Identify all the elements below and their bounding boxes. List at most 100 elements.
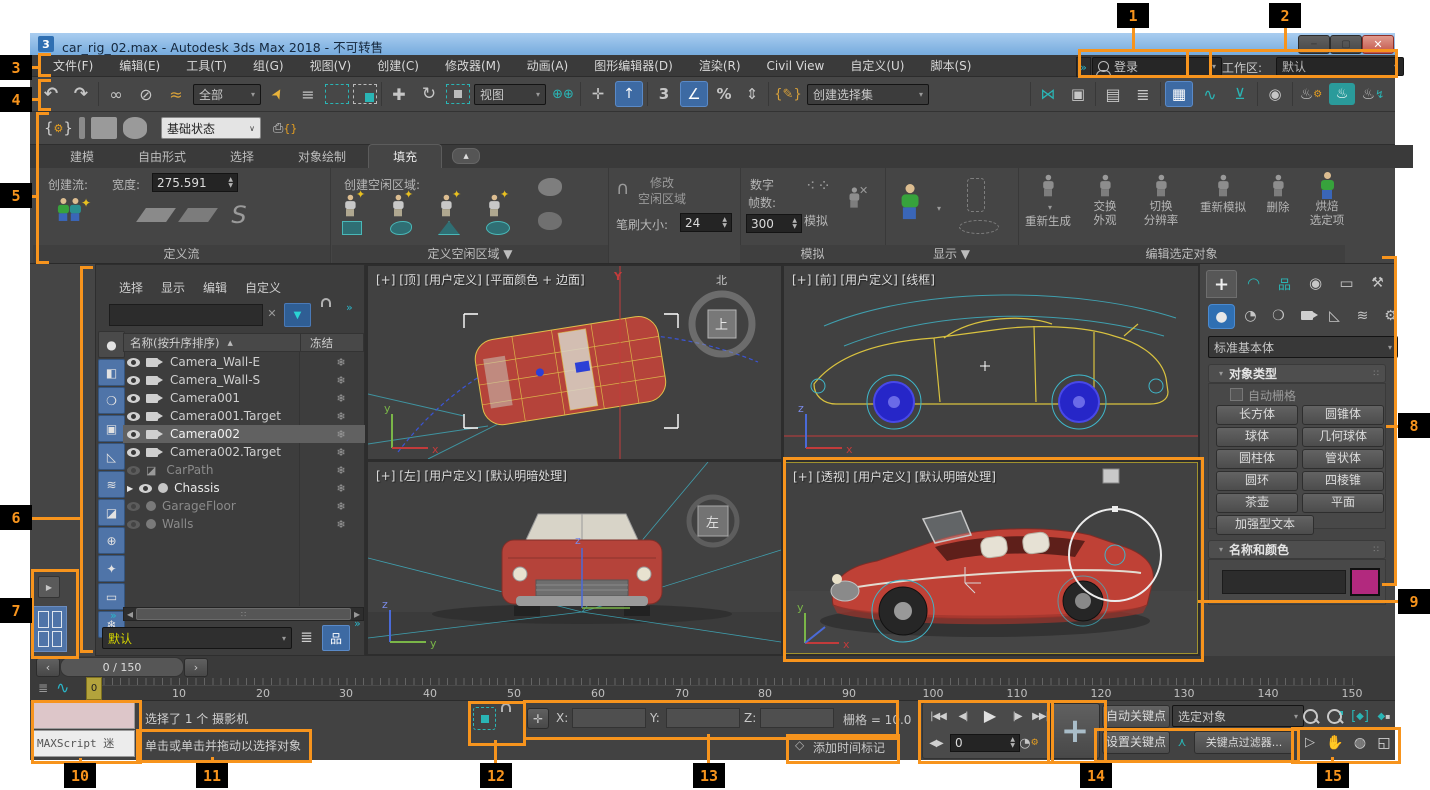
viewport-top[interactable]: Y 上 北 y x [+] [顶] [用户定义] [平面颜色 + 边面] — [368, 266, 781, 459]
clear-sim-icon[interactable]: ✕ — [846, 184, 868, 211]
set-key-big-button[interactable]: + — [1050, 703, 1100, 759]
use-pivot-center-icon[interactable]: ⊕⊕ — [550, 87, 576, 102]
select-manipulate-icon[interactable]: ✛ — [585, 85, 611, 103]
rendered-frame-icon[interactable]: ♨ — [1329, 83, 1355, 105]
prev-frame-arrow[interactable]: ‹ — [36, 658, 60, 677]
flow-ramp-icon[interactable]: S — [225, 198, 253, 232]
menu-customize[interactable]: 自定义(U) — [837, 57, 917, 74]
explorer-preset-dropdown[interactable]: 默认▾ — [102, 627, 292, 649]
menu-file[interactable]: 文件(F) — [40, 57, 106, 74]
maximize-viewport-icon[interactable]: ◱ — [1373, 731, 1395, 754]
delete-button[interactable]: 删除 — [1258, 172, 1298, 215]
simulate-icon[interactable]: ⁖⁘ — [806, 176, 833, 195]
menu-civil-view[interactable]: Civil View — [754, 59, 838, 73]
cat-cameras-icon[interactable] — [1294, 304, 1319, 327]
plane-button[interactable]: 平面 — [1302, 493, 1384, 513]
object-color-swatch[interactable] — [1350, 568, 1380, 596]
mini-track-toggle-icon[interactable]: ≣ — [38, 681, 48, 695]
autogrid-checkbox[interactable] — [1230, 388, 1243, 401]
scene-row[interactable]: ◪CarPath❄ — [123, 461, 370, 479]
idle-add-shape-icon[interactable] — [538, 178, 562, 196]
object-name-input[interactable] — [1222, 570, 1346, 594]
go-to-end-button[interactable]: ▶▶| — [1028, 706, 1052, 726]
tube-button[interactable]: 管状体 — [1302, 449, 1384, 469]
signin-dropdown[interactable]: 登录 ▾ — [1092, 57, 1222, 76]
tab-selection[interactable]: 选择 — [208, 145, 276, 168]
render-setup-icon[interactable]: ♨⚙ — [1297, 85, 1325, 103]
tab-freeform[interactable]: 自由形式 — [116, 145, 208, 168]
rotate-icon[interactable]: ↻ — [416, 84, 442, 104]
menu-modifiers[interactable]: 修改器(M) — [432, 57, 514, 74]
scene-row[interactable]: GarageFloor❄ — [123, 497, 370, 515]
layer-explorer-mode-icon[interactable]: ≣ — [294, 625, 319, 649]
ribbon-minimize-icon[interactable]: ▲ — [452, 148, 480, 164]
expand-icon[interactable]: ▶ — [127, 484, 133, 493]
idle-blob-icon[interactable]: ✦ — [390, 192, 412, 235]
coord-y-field[interactable] — [666, 708, 740, 728]
next-frame-button[interactable]: |▶ — [1006, 706, 1028, 726]
switch-resolution-button[interactable]: 切换分辨率 — [1134, 172, 1188, 227]
zoom-icon[interactable] — [1298, 705, 1322, 728]
keyboard-override-icon[interactable]: ↑ — [615, 81, 643, 107]
cat-helpers-icon[interactable]: ◺ — [1322, 304, 1347, 327]
cat-systems-icon[interactable]: ⚙ — [1378, 304, 1403, 327]
unlink-selection-icon[interactable]: ⊘ — [133, 85, 159, 104]
transform-typein-icon[interactable]: ✛ — [527, 708, 549, 729]
timeline-ruler-track[interactable] — [95, 685, 1355, 701]
box-button[interactable]: 长方体 — [1216, 405, 1298, 425]
explorer-overflow-icon[interactable]: » — [346, 301, 353, 314]
layer-explorer-toggle-icon[interactable]: ≣ — [1130, 85, 1156, 104]
geosphere-button[interactable]: 几何球体 — [1302, 427, 1384, 447]
tab-motion-icon[interactable]: ◉ — [1301, 270, 1330, 296]
scene-row[interactable]: Camera001.Target❄ — [123, 407, 370, 425]
schematic-view-icon[interactable]: ⊻ — [1227, 85, 1253, 103]
explorer-menu-select[interactable]: 选择 — [119, 279, 143, 296]
viewport-top-label[interactable]: [+] [顶] [用户定义] [平面颜色 + 边面] — [376, 271, 585, 288]
tab-utilities-icon[interactable]: ⚒ — [1363, 270, 1392, 296]
frames-field[interactable]: 300 ▲▼ — [746, 214, 802, 233]
tab-modify-icon[interactable]: ◠ — [1239, 270, 1268, 296]
hierarchy-mode-icon[interactable]: 品 — [322, 625, 350, 651]
explorer-header[interactable]: 名称(按升序排序) ▲ 冻结 — [123, 333, 364, 352]
auto-key-button[interactable]: 自动关键点 — [1102, 705, 1170, 728]
tab-hierarchy-icon[interactable]: 品 — [1270, 270, 1299, 296]
zoom-region-icon[interactable]: ▷ — [1298, 731, 1322, 754]
idle-triangle-icon[interactable]: ✦ — [438, 192, 460, 235]
category-dropdown[interactable]: 标准基本体▾ — [1208, 336, 1398, 358]
viewport-left[interactable]: z 左 z y [+] [左] [用户定义] [默认明暗处理] — [368, 462, 781, 654]
ref-coord-dropdown[interactable]: 视图▾ — [474, 84, 546, 105]
zoom-all-icon[interactable] — [1323, 705, 1347, 728]
torus-button[interactable]: 圆环 — [1216, 471, 1298, 491]
play-button[interactable]: ▶ — [976, 703, 1004, 728]
add-time-tag-button[interactable]: 添加时间标记 — [813, 739, 885, 756]
bind-to-spacewarp-icon[interactable]: ≈ — [163, 85, 189, 104]
bake-selected-button[interactable]: 烘焙选定项 — [1302, 172, 1352, 227]
brush-size-field[interactable]: 24 ▲▼ — [680, 213, 732, 232]
minimize-button[interactable]: ─ — [1298, 35, 1330, 54]
close-button[interactable]: ✕ — [1362, 35, 1394, 54]
ribbon-toggle-icon[interactable]: ▦ — [1165, 81, 1193, 107]
key-filters-button[interactable]: 关键点过滤器... — [1194, 731, 1294, 754]
named-selection-dropdown[interactable]: 创建选择集▾ — [807, 84, 929, 105]
zoom-extents-icon[interactable]: [◆] — [1348, 705, 1372, 728]
flow-add-icon[interactable] — [178, 208, 218, 222]
regenerate-button[interactable]: ▾ 重新生成 — [1020, 172, 1076, 229]
workspace-dropdown[interactable]: 默认 ▾ — [1276, 57, 1404, 76]
zoom-extents-all-icon[interactable]: ◆▪ — [1373, 705, 1395, 728]
viewport-front[interactable]: z x [+] [前] [用户定义] [线框] — [784, 266, 1198, 459]
restore-button[interactable]: ▢ — [1330, 35, 1362, 54]
sphere-button[interactable]: 球体 — [1216, 427, 1298, 447]
freeze-column-header[interactable]: 冻结 — [310, 335, 333, 351]
rollout-object-type[interactable]: ▾对象类型 ∷ — [1208, 364, 1386, 383]
viewport-front-label[interactable]: [+] [前] [用户定义] [线框] — [792, 271, 935, 288]
save-state-icon[interactable]: ⎙{} — [273, 121, 297, 136]
explorer-search-input[interactable] — [109, 304, 263, 326]
scene-row-selected[interactable]: Camera002❄ — [123, 425, 370, 443]
coord-x-field[interactable] — [572, 708, 646, 728]
idle-ellipse-icon[interactable]: ✦ — [486, 192, 510, 235]
simulate-label[interactable]: 模拟 — [804, 212, 828, 229]
menu-overflow-icon[interactable]: » — [1076, 57, 1091, 77]
prev-frame-button[interactable]: ◀| — [952, 706, 974, 726]
scene-row[interactable]: Camera_Wall-S❄ — [123, 371, 370, 389]
create-flow-icon[interactable]: ✦ — [55, 196, 91, 223]
